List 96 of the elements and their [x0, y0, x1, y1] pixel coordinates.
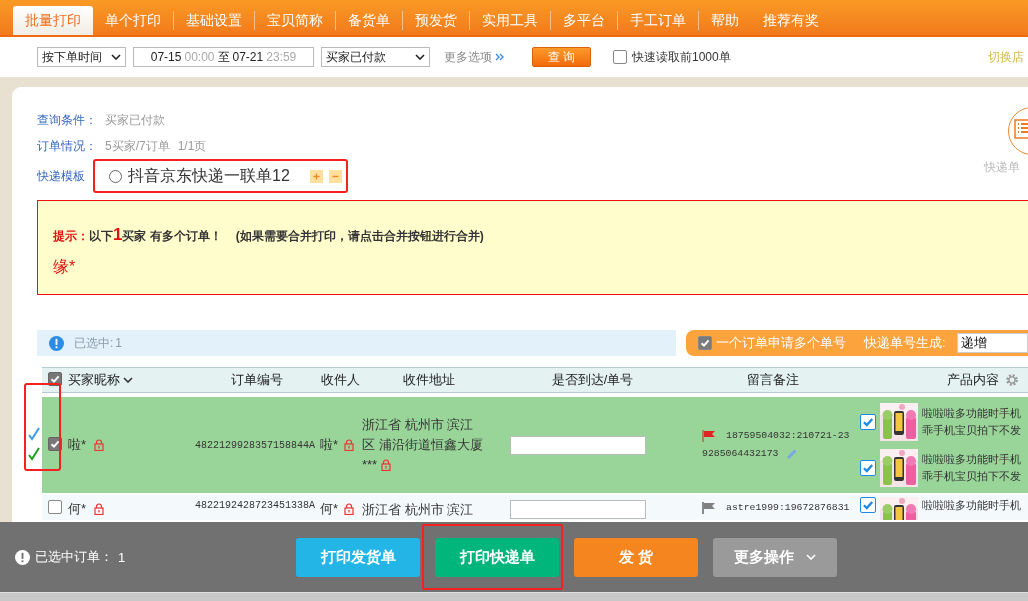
nav-tab[interactable]: 预发货 — [403, 11, 470, 30]
receiver-name: 啦* — [320, 436, 339, 454]
order-number: 4822129928357158844A — [195, 439, 317, 451]
express-settings-label[interactable]: 快递单 — [984, 159, 1020, 176]
buyer-nickname: 何* — [68, 500, 87, 518]
status-select[interactable]: 买家已付款 — [321, 47, 430, 67]
checkbox-label: 快速读取前1000单 — [632, 48, 731, 66]
notice-prefix: 提示： — [53, 228, 89, 245]
checkbox-label: 一个订单申请多个单号 — [716, 334, 846, 352]
caret-icon — [123, 377, 133, 383]
column-header: 订单编号 — [230, 371, 283, 389]
table-row[interactable]: 啦* 4822129928357158844A 啦* 浙江省 杭州市 滨江 区 浦沿街道恒鑫大厦 *** 18759504032:210721-23 9285064432173 啦啦啦多功能时手机 乖手机宝贝拍下不发 啦啦啦多功能时手机 乖手机宝贝拍下不发 — [42, 397, 1028, 495]
print-button[interactable]: 打印发货单 — [296, 537, 420, 577]
nav-tab[interactable]: 帮助 — [699, 6, 751, 35]
time-type-select[interactable]: 按下单时间 — [37, 47, 126, 67]
notice-text: 以下 — [89, 229, 113, 245]
template-name[interactable]: 抖音京东快递一联单12 — [128, 165, 290, 187]
more-options-link[interactable]: 更多选项 — [444, 48, 492, 66]
column-header: 留言备注 — [746, 371, 799, 389]
selected-orders-label: 已选中订单： — [35, 548, 113, 566]
product-title[interactable]: 啦啦啦多功能时手机 — [922, 405, 1021, 422]
product-title[interactable]: 啦啦啦多功能时手机 — [922, 451, 1021, 468]
field-value: 买家已付款 — [105, 111, 165, 129]
address-line: *** — [362, 456, 378, 474]
query-button[interactable]: 查 询 — [532, 47, 591, 67]
nav-tab[interactable]: 实用工具 — [470, 11, 551, 30]
field-label: 快递模板 — [37, 167, 85, 185]
lock-icon — [344, 439, 355, 451]
nav-tab[interactable]: 宝贝简称 — [255, 11, 336, 30]
column-header[interactable]: 买家昵称 — [68, 371, 120, 389]
column-header: 收件地址 — [402, 371, 455, 389]
express-button[interactable]: 打印快递单 — [435, 537, 559, 577]
caret-icon — [806, 554, 816, 560]
caret-icon — [111, 54, 121, 60]
caret-icon — [415, 54, 425, 60]
buyer-nickname: 啦* — [68, 436, 87, 454]
address-line: 浙江省 杭州市 滨江 — [362, 416, 474, 434]
generate-mode-select[interactable]: 递增 — [957, 333, 1028, 353]
checkbox[interactable] — [613, 50, 627, 64]
checkbox[interactable] — [698, 336, 712, 350]
checkbox[interactable] — [860, 460, 876, 476]
nav-tab[interactable]: 手工订单 — [618, 11, 699, 30]
flag-icon[interactable] — [702, 502, 716, 514]
buyer-note: 9285064432173 — [702, 447, 779, 461]
address-line: 区 浦沿街道恒鑫大厦 — [362, 436, 483, 454]
notice-text: 买家 有多个订单！ — [122, 229, 222, 245]
checkbox[interactable] — [48, 500, 62, 514]
field-label: 查询条件： — [37, 111, 97, 129]
nav-tab[interactable]: 单个打印 — [93, 11, 174, 30]
field-value: 5买家/7订单 — [105, 137, 170, 155]
date-range-field[interactable]: 07-15 00:00 至 07-21 23:59 — [133, 47, 314, 67]
field-label: 快递单号生成: — [864, 334, 946, 352]
buyer-note: 18759504032:210721-23 — [726, 429, 850, 443]
product-title[interactable]: 啦啦啦多功能时手机 — [922, 497, 1021, 514]
product-title[interactable]: 乖手机宝贝拍下不发 — [922, 422, 1021, 439]
more-button[interactable]: 更多操作 — [713, 537, 837, 577]
address-line: 浙江省 杭州市 滨江 — [362, 501, 474, 519]
info-icon — [49, 335, 64, 351]
receiver-name: 何* — [320, 500, 339, 518]
double-chevron-icon[interactable] — [495, 53, 505, 61]
scrollbar[interactable] — [0, 592, 1028, 601]
buyer-name: 缘* — [53, 257, 76, 277]
nav-tab[interactable]: 多平台 — [551, 11, 618, 30]
nav-tab[interactable]: 基础设置 — [174, 11, 255, 30]
order-number: 4822192428723451338A — [195, 500, 317, 511]
nav-tab[interactable]: 推荐有奖 — [751, 6, 831, 35]
table-row[interactable]: 何* 4822192428723451338A 何* 浙江省 杭州市 滨江 astre1999:19672876831 啦啦啦多功能时手机 — [42, 495, 1028, 520]
field-label: 订单情况： — [37, 137, 97, 155]
buyer-note: astre1999:19672876831 — [726, 501, 850, 515]
lock-icon — [94, 503, 105, 515]
selected-orders-count: 1 — [118, 549, 126, 565]
notice-hint: (如果需要合并打印，请点击合并按钮进行合并) — [235, 228, 484, 245]
tracking-input[interactable] — [509, 435, 646, 455]
product-title[interactable]: 乖手机宝贝拍下不发 — [922, 468, 1021, 485]
ship-button[interactable]: 发 货 — [574, 537, 698, 577]
column-header: 收件人 — [320, 371, 360, 389]
minus-icon[interactable] — [328, 169, 342, 183]
settings-icon[interactable] — [1005, 373, 1019, 387]
tracking-input[interactable] — [509, 500, 646, 519]
notice-count: 1 — [113, 225, 123, 245]
plus-icon[interactable] — [309, 169, 323, 183]
info-icon — [15, 549, 30, 565]
lock-icon — [94, 439, 105, 451]
page-count: 1/1页 — [177, 137, 207, 155]
switch-shop-link[interactable]: 切换店 — [988, 48, 1024, 66]
lock-icon — [344, 503, 355, 515]
column-header: 是否到达/单号 — [551, 371, 634, 389]
nav-tab[interactable]: 批量打印 — [13, 6, 93, 35]
column-header: 产品内容 — [947, 371, 999, 389]
flag-icon[interactable] — [702, 430, 716, 442]
nav-tab[interactable]: 备货单 — [336, 11, 403, 30]
checkbox[interactable] — [860, 497, 876, 513]
selected-count: 1 — [115, 336, 123, 350]
selected-label: 已选中: — [74, 334, 114, 352]
checkbox[interactable] — [860, 414, 876, 430]
lock-icon — [381, 459, 392, 471]
